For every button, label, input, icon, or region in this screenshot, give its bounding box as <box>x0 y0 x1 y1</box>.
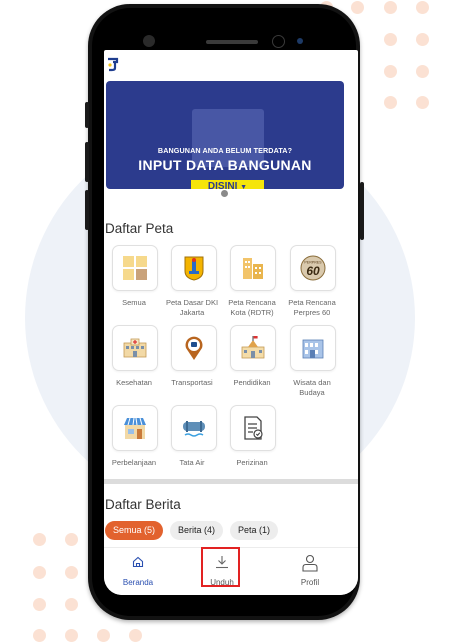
nav-label: Beranda <box>122 578 154 587</box>
user-icon <box>302 554 318 572</box>
map-tile-perpres-60[interactable]: PERPRES 60 <box>290 245 336 291</box>
phone-camera <box>143 35 155 47</box>
water-pipe-icon <box>183 421 205 437</box>
phone-side-button <box>85 190 89 230</box>
map-tile-label: Kesehatan <box>116 378 152 387</box>
shop-icon <box>124 417 146 439</box>
banner-subtitle: BANGUNAN ANDA BELUM TERDATA? <box>157 146 293 155</box>
map-tile-label: Perbelanjaan <box>111 458 157 467</box>
school-icon <box>241 336 265 359</box>
app-screen: BANGUNAN ANDA BELUM TERDATA? INPUT DATA … <box>104 50 358 595</box>
banner-title: INPUT DATA BANGUNAN <box>138 157 312 173</box>
map-tile-label: Peta Rencana Perpres 60 <box>288 298 336 317</box>
map-tile-semua[interactable] <box>112 245 158 291</box>
news-section-title: Daftar Berita <box>105 497 181 512</box>
map-tile-label: Transportasi <box>171 378 213 387</box>
phone-sensor <box>272 35 285 48</box>
permit-document-icon <box>244 416 263 440</box>
city-buildings-icon <box>243 258 263 279</box>
filter-pill-semua[interactable]: Semua (5) <box>105 521 163 540</box>
banner-button-label: DISINI <box>207 181 238 189</box>
phone-power-button <box>360 182 364 240</box>
banner-disini-button[interactable]: DISINI ▼ <box>191 180 264 189</box>
map-tile-peta-dasar[interactable] <box>171 245 217 291</box>
caret-down-icon: ▼ <box>240 184 248 189</box>
map-tile-perbelanjaan[interactable] <box>112 405 158 451</box>
map-tile-label: Peta Dasar DKI Jakarta <box>165 298 219 317</box>
map-tile-transportasi[interactable] <box>171 325 217 371</box>
map-tile-label: Wisata dan Budaya <box>293 378 331 397</box>
phone-speaker <box>206 40 258 44</box>
map-tile-label: Perizinan <box>236 458 268 467</box>
perpres-badge-number: 60 <box>306 264 320 278</box>
bus-pin-icon <box>185 336 203 360</box>
map-tile-wisata[interactable] <box>290 325 336 371</box>
map-tile-perizinan[interactable] <box>230 405 276 451</box>
map-tile-label: Semua <box>122 298 146 307</box>
museum-icon <box>302 339 324 359</box>
nav-beranda[interactable]: Beranda <box>104 548 173 595</box>
phone-side-button <box>85 102 89 128</box>
map-tile-label: Peta Rencana Kota (RDTR) <box>228 298 276 317</box>
filter-pill-peta[interactable]: Peta (1) <box>230 521 278 540</box>
carousel-indicator[interactable] <box>221 190 228 197</box>
unduh-highlight-box <box>201 547 240 587</box>
map-section-title: Daftar Peta <box>105 221 174 236</box>
map-tile-label: Pendidikan <box>233 378 271 387</box>
map-tile-label: Tata Air <box>179 458 205 467</box>
phone-side-button <box>85 142 89 182</box>
map-tile-peta-rencana-kota[interactable] <box>230 245 276 291</box>
map-tile-kesehatan[interactable] <box>112 325 158 371</box>
promo-banner[interactable]: BANGUNAN ANDA BELUM TERDATA? INPUT DATA … <box>106 81 344 189</box>
map-tile-tata-air[interactable] <box>171 405 217 451</box>
section-divider <box>104 479 358 484</box>
jakarta-emblem-icon <box>184 256 204 281</box>
home-icon <box>132 556 144 568</box>
map-tile-pendidikan[interactable] <box>230 325 276 371</box>
nav-label: Profil <box>300 578 320 587</box>
perpres-60-icon: PERPRES 60 <box>300 255 326 281</box>
filter-pill-berita[interactable]: Berita (4) <box>170 521 223 540</box>
phone-front-camera <box>297 38 303 44</box>
hospital-icon <box>123 338 147 358</box>
grid-icon <box>123 256 147 280</box>
nav-profil[interactable]: Profil <box>275 548 345 595</box>
app-logo-icon <box>108 57 119 72</box>
